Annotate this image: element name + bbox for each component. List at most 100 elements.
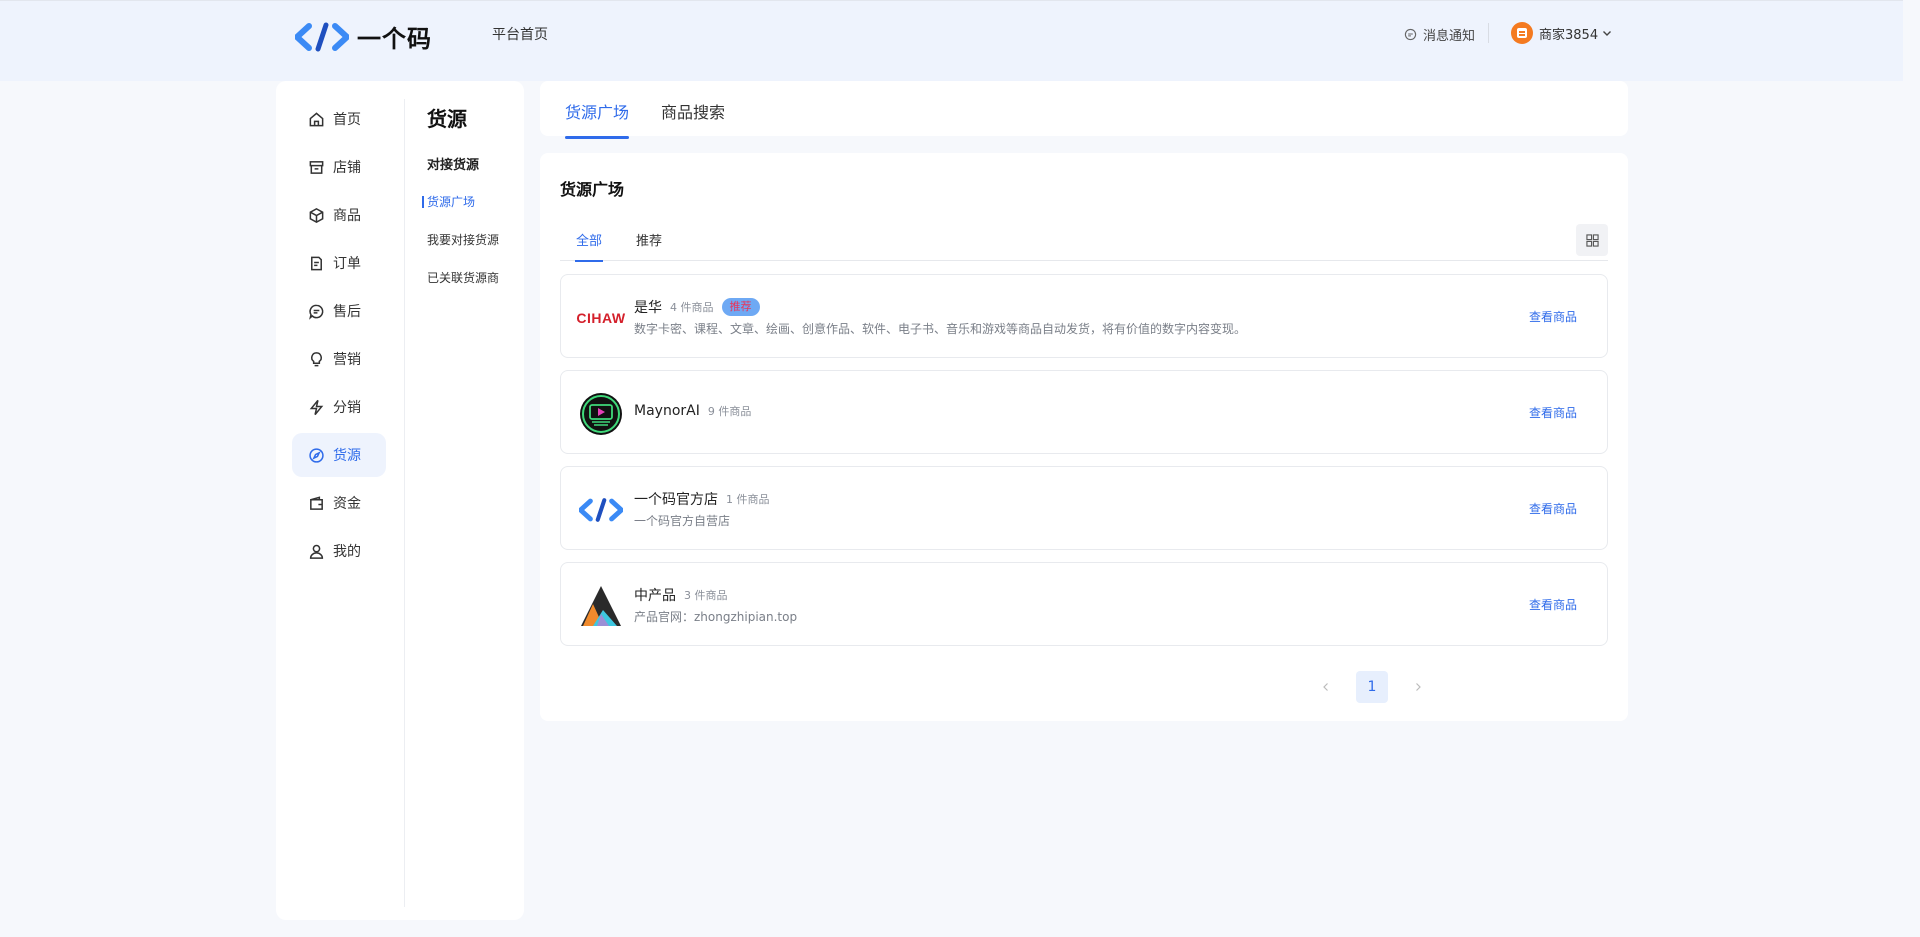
nav-item-mine[interactable]: 我的 <box>292 529 386 573</box>
maynorai-logo-icon <box>580 393 622 435</box>
supplier-name: 中产品 <box>634 588 676 604</box>
sub-nav: 货源 对接货源 货源广场 我要对接货源 已关联货源商 <box>422 103 517 307</box>
supplier-card[interactable]: CIHAW 是华 4 件商品 推荐 数字卡密、课程、文章、绘画、创意作品、软件、… <box>560 274 1608 358</box>
nav-label: 订单 <box>333 256 361 272</box>
supplier-product-count: 3 件商品 <box>684 589 728 602</box>
compass-icon <box>309 447 324 463</box>
recommend-badge: 推荐 <box>721 298 760 316</box>
chevron-right-icon <box>1416 683 1421 691</box>
view-products-link[interactable]: 查看商品 <box>1529 500 1577 517</box>
wallet-icon <box>310 495 323 510</box>
filter-all[interactable]: 全部 <box>574 230 604 262</box>
brand[interactable]: 一个码 <box>295 19 432 54</box>
chevron-down-icon <box>1603 31 1612 36</box>
code-logo-icon <box>579 498 623 522</box>
notice-button[interactable]: 消息通知 <box>1404 25 1475 44</box>
nav-label: 商品 <box>333 208 361 224</box>
nav-item-products[interactable]: 商品 <box>292 193 386 237</box>
subnav-group-title: 对接货源 <box>427 158 480 173</box>
prev-page-button[interactable] <box>1310 671 1342 703</box>
supplier-info: 是华 4 件商品 推荐 数字卡密、课程、文章、绘画、创意作品、软件、电子书、音乐… <box>634 297 1246 337</box>
tab-product-search[interactable]: 商品搜索 <box>661 99 725 139</box>
sidebar: 首页 店铺 商品 订单 售后 营销 分销 货源 资金 我的 货源 对接货源 货源… <box>276 81 524 920</box>
code-logo-icon <box>295 22 349 51</box>
avatar <box>1511 22 1533 44</box>
supplier-card[interactable]: 一个码官方店 1 件商品 一个码官方自营店 查看商品 <box>560 466 1608 550</box>
chat-icon <box>309 304 324 320</box>
cihaw-logo-text: CIHAW <box>576 310 626 326</box>
view-products-link[interactable]: 查看商品 <box>1529 308 1577 325</box>
nav-item-store[interactable]: 店铺 <box>292 145 386 189</box>
supplier-logo: CIHAW <box>576 296 626 340</box>
message-icon <box>1404 28 1417 41</box>
supplier-info: 中产品 3 件商品 产品官网：zhongzhipian.top <box>634 585 797 625</box>
brand-name: 一个码 <box>357 25 432 53</box>
supplier-logo <box>579 392 623 436</box>
supplier-logo <box>579 488 623 532</box>
supplier-description: 一个码官方自营店 <box>634 514 731 528</box>
user-menu[interactable]: 商家3854 <box>1511 22 1612 44</box>
supplier-description: 数字卡密、课程、文章、绘画、创意作品、软件、电子书、音乐和游戏等商品自动发货，将… <box>634 322 1247 336</box>
supplier-description: 产品官网：zhongzhipian.top <box>634 610 798 624</box>
top-bar: 一个码 平台首页 消息通知 商家3854 <box>0 0 1920 81</box>
nav-item-funds[interactable]: 资金 <box>292 481 386 525</box>
nav-label: 店铺 <box>333 160 361 176</box>
view-products-link[interactable]: 查看商品 <box>1529 404 1577 421</box>
view-products-link[interactable]: 查看商品 <box>1529 596 1577 613</box>
nav-label: 分销 <box>333 400 361 416</box>
supplier-info: 一个码官方店 1 件商品 一个码官方自营店 <box>634 489 770 529</box>
next-page-button[interactable] <box>1402 671 1434 703</box>
nav-item-orders[interactable]: 订单 <box>292 241 386 285</box>
nav-item-supply[interactable]: 货源 <box>292 433 386 477</box>
supplier-product-count: 1 件商品 <box>726 493 770 506</box>
store-icon <box>309 160 324 174</box>
supplier-logo <box>579 584 623 628</box>
supplier-info: MaynorAI 9 件商品 <box>634 401 751 421</box>
subnav-title: 货源 <box>427 107 467 131</box>
subnav-item-supply-square[interactable]: 货源广场 <box>422 193 517 231</box>
platform-home-link[interactable]: 平台首页 <box>492 24 548 44</box>
supplier-name: 是华 <box>634 300 662 316</box>
filter-tabs: 全部 推荐 <box>560 224 1608 262</box>
nav-item-home[interactable]: 首页 <box>292 97 386 141</box>
nav-label: 首页 <box>333 112 361 128</box>
user-name: 商家3854 <box>1539 27 1599 43</box>
pagination: 1 <box>1310 671 1434 703</box>
home-icon <box>309 111 324 126</box>
filter-recommended[interactable]: 推荐 <box>636 230 662 261</box>
supplier-product-count: 9 件商品 <box>707 405 752 418</box>
box-icon <box>309 207 324 223</box>
section-title: 货源广场 <box>560 180 625 199</box>
chevron-left-icon <box>1323 683 1328 691</box>
supplier-card[interactable]: 中产品 3 件商品 产品官网：zhongzhipian.top 查看商品 <box>560 562 1608 646</box>
supplier-name: MaynorAI <box>634 403 700 419</box>
notice-label: 消息通知 <box>1423 29 1476 44</box>
subnav-item-linked-suppliers[interactable]: 已关联货源商 <box>427 269 517 307</box>
supplier-product-count: 4 件商品 <box>670 301 714 314</box>
page-number[interactable]: 1 <box>1356 671 1388 703</box>
user-icon <box>309 544 324 559</box>
content-panel: 货源广场 全部 推荐 CIHAW 是华 4 件商品 推荐 数字卡密、课程、文章、… <box>540 153 1628 721</box>
supplier-card[interactable]: MaynorAI 9 件商品 查看商品 <box>560 370 1608 454</box>
grid-view-button[interactable] <box>1576 224 1608 256</box>
nav-label: 售后 <box>333 304 361 320</box>
nav-item-aftersale[interactable]: 售后 <box>292 289 386 333</box>
order-icon <box>311 256 322 270</box>
nav-label: 我的 <box>333 544 361 560</box>
tab-supply-square[interactable]: 货源广场 <box>565 99 630 139</box>
nav-label: 营销 <box>333 352 361 368</box>
grid-icon <box>1585 233 1599 247</box>
main-tabs: 货源广场 商品搜索 <box>540 81 1628 139</box>
scrollbar-track[interactable] <box>1903 0 1920 937</box>
bulb-icon <box>311 351 322 366</box>
supplier-name: 一个码官方店 <box>634 492 718 508</box>
nav-item-distribution[interactable]: 分销 <box>292 385 386 429</box>
nav-label: 货源 <box>333 448 361 464</box>
main-nav: 首页 店铺 商品 订单 售后 营销 分销 货源 资金 我的 <box>292 97 386 577</box>
triangle-logo-icon <box>581 586 621 626</box>
nav-divider <box>404 99 405 907</box>
nav-label: 资金 <box>333 496 361 512</box>
subnav-item-connect-supply[interactable]: 我要对接货源 <box>427 231 517 269</box>
bolt-icon <box>309 399 324 415</box>
nav-item-marketing[interactable]: 营销 <box>292 337 386 381</box>
